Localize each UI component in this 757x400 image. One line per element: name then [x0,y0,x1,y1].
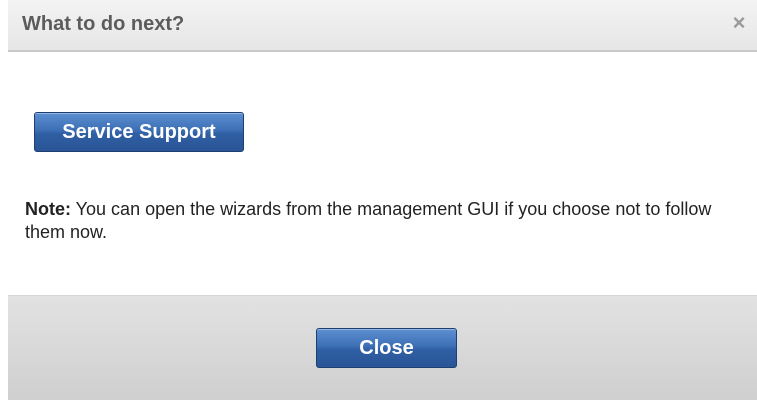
dialog-titlebar: What to do next? × [8,0,757,52]
service-support-button[interactable]: Service Support [34,112,244,152]
note-body: You can open the wizards from the manage… [25,199,712,242]
what-to-do-next-dialog: What to do next? × Service Support Note:… [0,0,757,400]
dialog-body: Service Support Note: You can open the w… [8,52,757,295]
close-button[interactable]: Close [316,328,457,368]
close-icon[interactable]: × [727,11,751,35]
note-label: Note: [25,199,71,219]
dialog-title: What to do next? [22,13,185,35]
dialog-footer: Close [8,295,757,400]
note-text: Note: You can open the wizards from the … [25,198,725,244]
